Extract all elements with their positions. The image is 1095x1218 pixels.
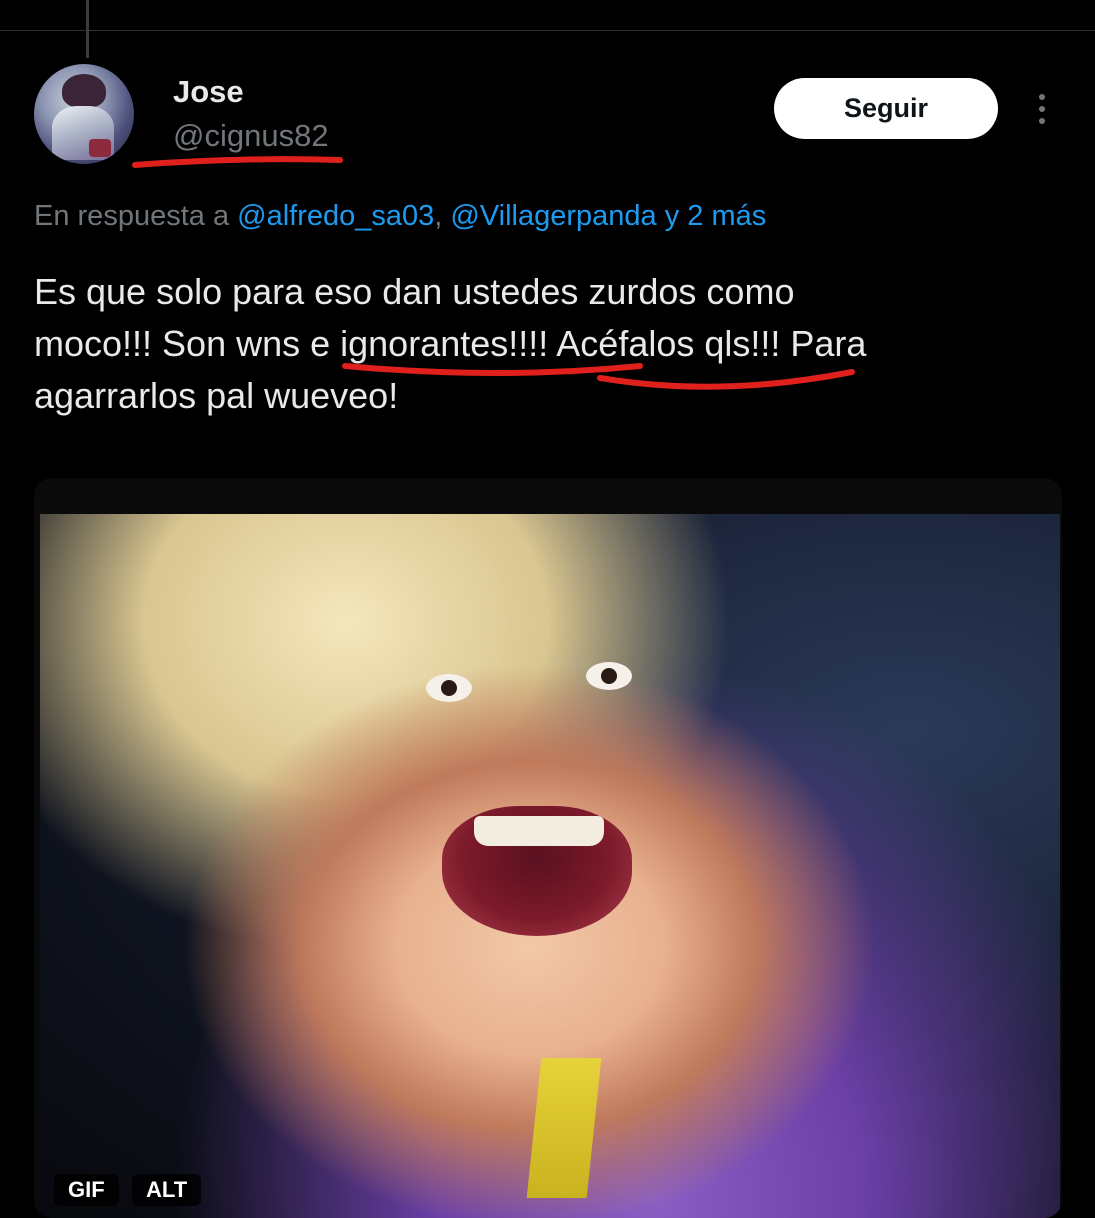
mention-link[interactable]: @alfredo_sa03 [237, 200, 434, 232]
thread-connector [86, 0, 89, 58]
author-handle[interactable]: @cignus82 [173, 118, 329, 154]
follow-button[interactable]: Seguir [774, 78, 998, 139]
tweet-text: Es que solo para eso dan ustedes zurdos … [34, 266, 1054, 422]
top-divider [0, 30, 1095, 31]
reply-separator: , [434, 200, 451, 232]
avatar[interactable] [34, 64, 134, 164]
alt-badge[interactable]: ALT [132, 1174, 202, 1206]
tweet-text-line: agarrarlos pal wueveo! [34, 375, 399, 416]
tweet-media-gif[interactable] [34, 478, 1062, 1218]
more-mentions-link[interactable]: y 2 más [657, 200, 767, 232]
mention-link[interactable]: @Villagerpanda [450, 200, 656, 232]
more-dots-icon[interactable] [1024, 86, 1060, 132]
reply-prefix: En respuesta a [34, 200, 238, 232]
handle-underline [132, 156, 343, 168]
author-display-name[interactable]: Jose [173, 74, 244, 110]
reply-context: En respuesta a @alfredo_sa03, @Villagerp… [34, 200, 766, 233]
tweet-text-line: moco!!! Son wns e ignorantes!!!! Acéfalo… [34, 323, 867, 364]
gif-badge[interactable]: GIF [54, 1174, 119, 1206]
tweet-text-line: Es que solo para eso dan ustedes zurdos … [34, 271, 795, 312]
